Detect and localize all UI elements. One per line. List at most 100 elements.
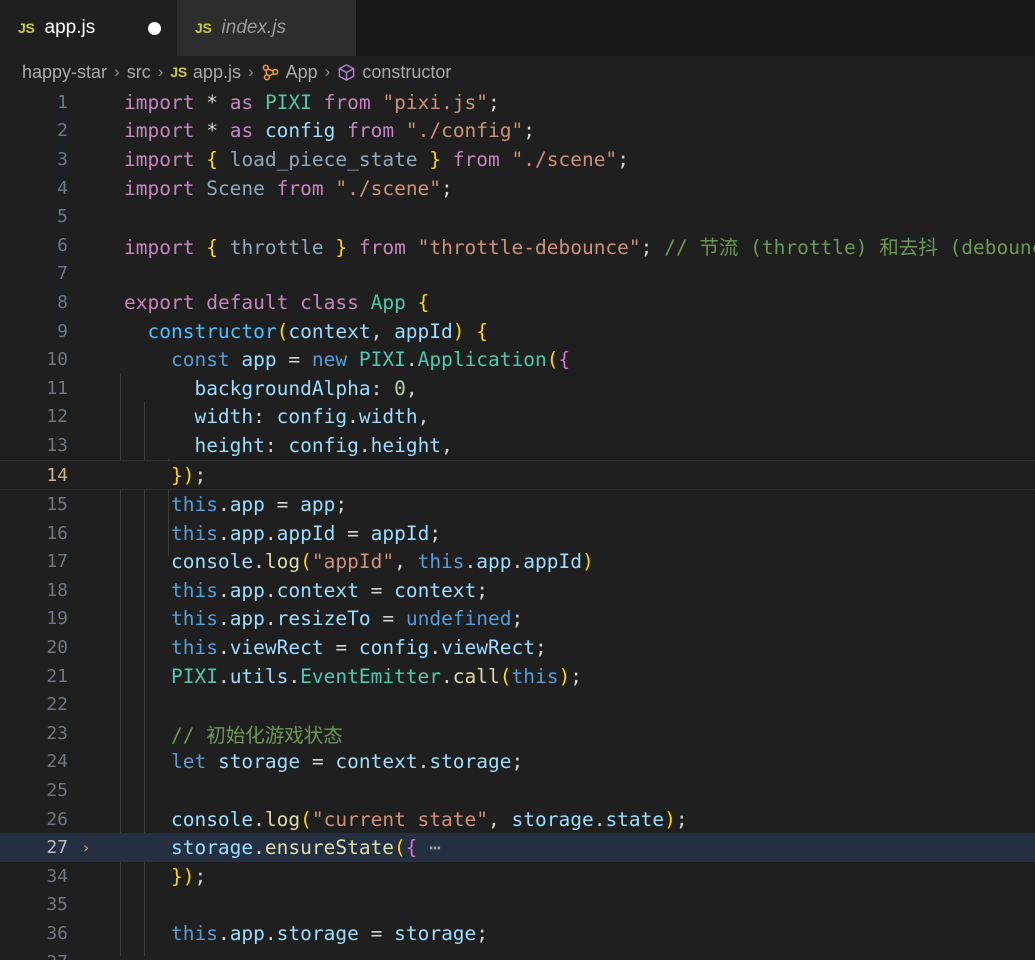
tab-bar-empty-area [356, 0, 1035, 56]
code-text: backgroundAlpha: 0, [194, 376, 418, 400]
breadcrumb-label: App [285, 61, 318, 82]
breadcrumb-item-src[interactable]: src [127, 62, 151, 83]
code-text: let storage = context.storage; [170, 750, 524, 774]
line-number: 16 [46, 522, 68, 544]
line-number: 25 [46, 780, 68, 802]
breadcrumb-label: app.js [192, 61, 241, 82]
code-text: PIXI.utils.EventEmitter.call(this); [170, 664, 582, 688]
js-file-icon: JS [18, 20, 35, 36]
breadcrumb-item-app-js[interactable]: JS app.js [170, 62, 241, 83]
line-number: 1 [57, 91, 68, 113]
code-line[interactable]: 25 [0, 776, 1035, 805]
line-number: 12 [46, 406, 68, 428]
line-number: 37 [0, 952, 72, 960]
code-text: constructor(context, appId) { [147, 319, 489, 343]
symbol-class-icon [261, 63, 280, 82]
breadcrumb-separator-icon: › [157, 62, 164, 81]
code-line[interactable]: 15 this.app = app; [0, 490, 1035, 519]
code-text: this.viewRect = config.viewRect; [170, 636, 547, 660]
code-text: width: config.width, [194, 405, 430, 429]
breadcrumb: happy-star › src › JS app.js › App › con… [0, 56, 1035, 88]
code-text: import { load_piece_state } from "./scen… [124, 147, 629, 171]
code-text: console.log("appId", this.app.appId) [170, 550, 594, 574]
code-line[interactable]: 23 // 初始化游戏状态 [0, 719, 1035, 748]
code-line[interactable]: 1 import * as PIXI from "pixi.js"; [0, 88, 1035, 117]
line-number: 3 [57, 148, 68, 170]
breadcrumb-label: happy-star [22, 61, 108, 82]
breadcrumb-item-happy-star[interactable]: happy-star [22, 62, 107, 83]
code-line[interactable]: 37 [0, 948, 1035, 960]
editor-tab-bar: JS app.js JS index.js [0, 0, 1035, 56]
code-text: this.app.storage = storage; [170, 922, 489, 946]
code-line[interactable]: 2 import * as config from "./config"; [0, 117, 1035, 146]
code-line[interactable]: 27 › storage.ensureState({ ⋯ [0, 833, 1035, 863]
code-line[interactable]: 14 }); [0, 459, 1035, 491]
line-number: 35 [46, 894, 68, 916]
code-line[interactable]: 34 }); [0, 862, 1035, 891]
code-line[interactable]: 6 import { throttle } from "throttle-debo… [0, 231, 1035, 260]
code-text: storage.ensureState({ ⋯ [170, 836, 442, 860]
code-lines: 1 import * as PIXI from "pixi.js"; 2 import… [0, 88, 1035, 960]
code-text: const app = new PIXI.Application({ [170, 348, 571, 372]
code-editor[interactable]: 1 import * as PIXI from "pixi.js"; 2 import… [0, 88, 1035, 960]
line-number: 20 [46, 637, 68, 659]
code-line[interactable]: 26 console.log("current state", storage.… [0, 805, 1035, 834]
line-number: 27 [46, 837, 68, 859]
breadcrumb-item-constructor[interactable]: constructor [337, 62, 451, 83]
code-line[interactable]: 12 width: config.width, [0, 403, 1035, 432]
code-text: }); [170, 463, 207, 487]
code-line[interactable]: 11 backgroundAlpha: 0, [0, 374, 1035, 403]
code-line[interactable]: 20 this.viewRect = config.viewRect; [0, 633, 1035, 662]
code-line[interactable]: 4 import Scene from "./scene"; [0, 174, 1035, 203]
code-line[interactable]: 13 height: config.height, [0, 431, 1035, 460]
code-text: import * as PIXI from "pixi.js"; [124, 90, 500, 114]
code-text: import * as config from "./config"; [124, 119, 536, 143]
fold-chevron-icon[interactable]: › [72, 838, 100, 857]
line-number: 18 [46, 579, 68, 601]
line-number: 22 [46, 694, 68, 716]
line-number: 8 [57, 291, 68, 313]
line-number: 26 [46, 808, 68, 830]
breadcrumb-item-app-class[interactable]: App [261, 62, 318, 83]
line-number: 17 [46, 551, 68, 573]
code-line[interactable]: 24 let storage = context.storage; [0, 748, 1035, 777]
code-line[interactable]: 10 const app = new PIXI.Application({ [0, 345, 1035, 374]
line-number: 15 [46, 494, 68, 516]
line-number: 5 [57, 206, 68, 228]
line-number: 36 [46, 923, 68, 945]
line-number: 10 [46, 349, 68, 371]
code-line[interactable]: 17 console.log("appId", this.app.appId) [0, 548, 1035, 577]
code-line[interactable]: 18 this.app.context = context; [0, 576, 1035, 605]
line-number: 34 [46, 865, 68, 887]
code-line[interactable]: 19 this.app.resizeTo = undefined; [0, 605, 1035, 634]
line-number: 4 [57, 177, 68, 199]
code-text: this.app = app; [170, 493, 348, 517]
line-number: 24 [46, 751, 68, 773]
code-line[interactable]: 21 PIXI.utils.EventEmitter.call(this); [0, 662, 1035, 691]
code-text: console.log("current state", storage.sta… [170, 807, 688, 831]
code-line[interactable]: 36 this.app.storage = storage; [0, 919, 1035, 948]
code-line[interactable]: 8 export default class App { [0, 288, 1035, 317]
code-text: this.app.appId = appId; [170, 521, 442, 545]
js-file-icon: JS [170, 64, 187, 80]
breadcrumb-separator-icon: › [324, 62, 331, 81]
breadcrumb-separator-icon: › [114, 62, 120, 81]
code-text: export default class App { [124, 290, 430, 314]
tab-app-js[interactable]: JS app.js [0, 0, 177, 56]
code-text: }); [170, 864, 207, 888]
code-line[interactable]: 9 constructor(context, appId) { [0, 317, 1035, 346]
code-line[interactable]: 22 [0, 690, 1035, 719]
code-text: // 初始化游戏状态 [170, 723, 343, 747]
tab-index-js[interactable]: JS index.js [177, 0, 356, 56]
symbol-constructor-icon [337, 63, 356, 82]
line-number: 14 [46, 464, 68, 486]
code-text: import Scene from "./scene"; [124, 176, 453, 200]
code-line[interactable]: 16 this.app.appId = appId; [0, 519, 1035, 548]
line-number: 13 [46, 434, 68, 456]
code-line[interactable]: 5 [0, 202, 1035, 231]
code-line[interactable]: 7 [0, 260, 1035, 289]
code-text: this.app.context = context; [170, 578, 489, 602]
code-line[interactable]: 35 [0, 891, 1035, 920]
unsaved-indicator-icon[interactable] [148, 21, 161, 35]
code-line[interactable]: 3 import { load_piece_state } from "./sce… [0, 145, 1035, 174]
